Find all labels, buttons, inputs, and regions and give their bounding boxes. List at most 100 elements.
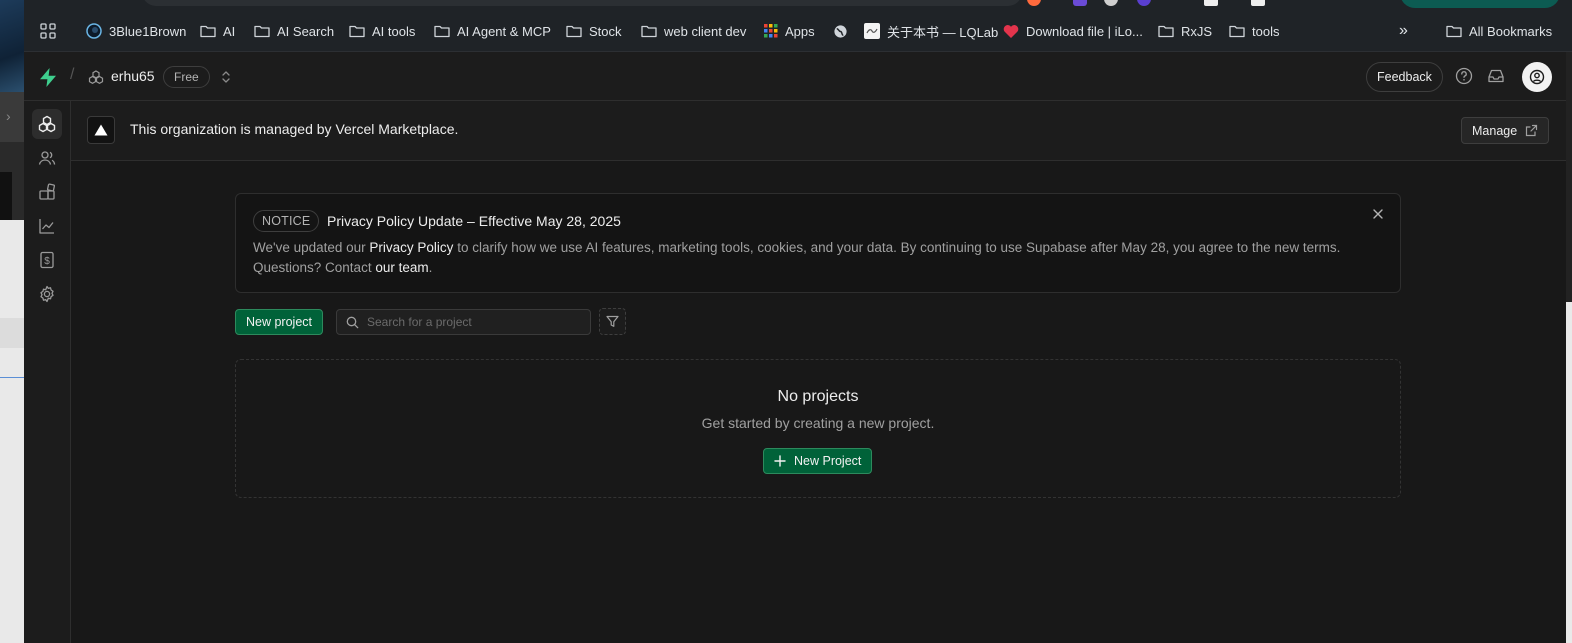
folder-icon [1158,25,1174,38]
bookmark-label: AI Agent & MCP [457,23,551,39]
desktop-wallpaper [0,0,24,92]
chevron-updown-icon[interactable] [220,69,232,85]
manage-label: Manage [1472,123,1518,138]
sidebar-item-team[interactable] [32,143,62,173]
folder-icon [200,25,216,38]
bookmark-ai-search[interactable]: AI Search [254,18,334,44]
extension-icon[interactable] [1204,0,1218,6]
bookmark-lqlab[interactable]: 关于本书 — LQLab [864,18,998,44]
bookmark-web-client-dev[interactable]: web client dev [641,18,746,44]
bookmark-label: tools [1252,23,1280,39]
bookmark-label: AI Search [277,23,335,39]
notice-title: Privacy Policy Update – Effective May 28… [327,213,621,229]
privacy-notice: NOTICE Privacy Policy Update – Effective… [235,193,1401,293]
sidebar-item-usage[interactable] [32,211,62,241]
bookmark-label: 关于本书 — LQLab [887,24,999,40]
folder-icon [349,25,365,38]
bookmark-ai[interactable]: AI [200,18,235,44]
app-header: / erhu65 Free Feedback [24,53,1566,101]
bookmark-3blue1brown[interactable]: 3Blue1Brown [86,18,186,44]
background-window-right [1566,52,1572,643]
organization-icon [88,70,104,84]
folder-icon [641,25,657,38]
extension-icon[interactable] [1137,0,1151,6]
apps-grid-icon[interactable] [40,18,56,44]
marketplace-banner: This organization is managed by Vercel M… [71,101,1566,161]
background-window-panel [0,172,12,220]
bookmark-label: AI tools [372,23,416,39]
bookmark-label: All Bookmarks [1469,23,1553,39]
bookmark-apps[interactable]: Apps [764,18,815,44]
folder-icon [1446,25,1462,38]
new-project-button[interactable]: New project [235,309,323,335]
empty-state: No projects Get started by creating a ne… [235,359,1401,498]
plus-icon [774,455,786,467]
filter-icon [606,315,619,327]
bookmark-ai-tools[interactable]: AI tools [349,18,415,44]
bookmark-label: 3Blue1Brown [109,23,187,39]
bookmark-stock[interactable]: Stock [566,18,622,44]
notice-text: . [428,260,433,275]
extension-icon[interactable] [1027,0,1041,6]
background-window-divider [0,377,24,378]
bookmark-label: AI [223,23,236,39]
extension-icon[interactable] [1251,0,1265,6]
empty-state-subtitle: Get started by creating a new project. [701,415,935,431]
feedback-button[interactable]: Feedback [1366,62,1443,92]
contact-team-link[interactable]: our team [375,260,428,275]
privacy-policy-link[interactable]: Privacy Policy [369,240,453,255]
folder-icon [254,25,270,38]
3b1b-icon [86,23,102,39]
background-window-row [0,318,24,348]
sidebar-item-integrations[interactable] [32,177,62,207]
avatar[interactable] [1522,62,1552,92]
close-icon[interactable] [1372,208,1384,220]
integrations-icon [39,183,56,200]
search-input[interactable] [367,315,577,329]
all-bookmarks[interactable]: All Bookmarks [1446,18,1552,44]
bookmark-label: Apps [785,23,815,39]
sidebar-item-projects[interactable] [32,109,62,139]
bookmark-rxjs[interactable]: RxJS [1158,18,1212,44]
bookmark-label: RxJS [1181,23,1213,39]
team-icon [38,151,56,165]
inbox-icon[interactable] [1487,67,1505,85]
extension-icon[interactable] [1073,0,1087,6]
manage-button[interactable]: Manage [1461,117,1550,144]
globe-icon [834,24,847,38]
bookmark-globe[interactable] [833,18,848,44]
breadcrumb-separator: / [70,66,75,83]
bookmark-label: Download file | iLo... [1026,23,1143,39]
organization-name[interactable]: erhu65 [111,68,155,84]
search-icon [346,316,359,328]
folder-icon [1229,25,1245,38]
notice-text: We've updated our [253,240,370,255]
usage-chart-icon [39,219,54,234]
notice-body: We've updated our Privacy Policy to clar… [253,238,1373,278]
background-window-left: › [0,0,24,643]
folder-icon [566,25,582,38]
site-icon [864,23,880,39]
new-project-cta-button[interactable]: New Project [763,448,873,474]
sidebar-item-billing[interactable]: $ [32,245,62,275]
address-bar[interactable] [142,0,1022,6]
sidebar-item-settings[interactable] [32,279,62,309]
profile-pill[interactable] [1400,0,1560,8]
heart-icon [1003,24,1019,38]
filter-button[interactable] [599,308,626,335]
extension-icon[interactable] [1104,0,1118,6]
supabase-logo-icon[interactable] [38,67,58,88]
notice-badge: NOTICE [253,210,320,232]
folder-icon [434,25,450,38]
empty-state-title: No projects [777,388,859,405]
chevron-right-icon: › [6,108,11,124]
bookmark-ai-agent-mcp[interactable]: AI Agent & MCP [434,18,551,44]
bookmark-download-file[interactable]: Download file | iLo... [1003,18,1143,44]
bookmark-tools[interactable]: tools [1229,18,1279,44]
help-icon[interactable] [1455,67,1473,85]
svg-text:$: $ [44,256,50,267]
bookmark-label: Stock [589,23,622,39]
bookmark-label: web client dev [664,23,747,39]
bookmarks-overflow-button[interactable]: » [1399,18,1408,44]
external-link-icon [1526,124,1538,137]
